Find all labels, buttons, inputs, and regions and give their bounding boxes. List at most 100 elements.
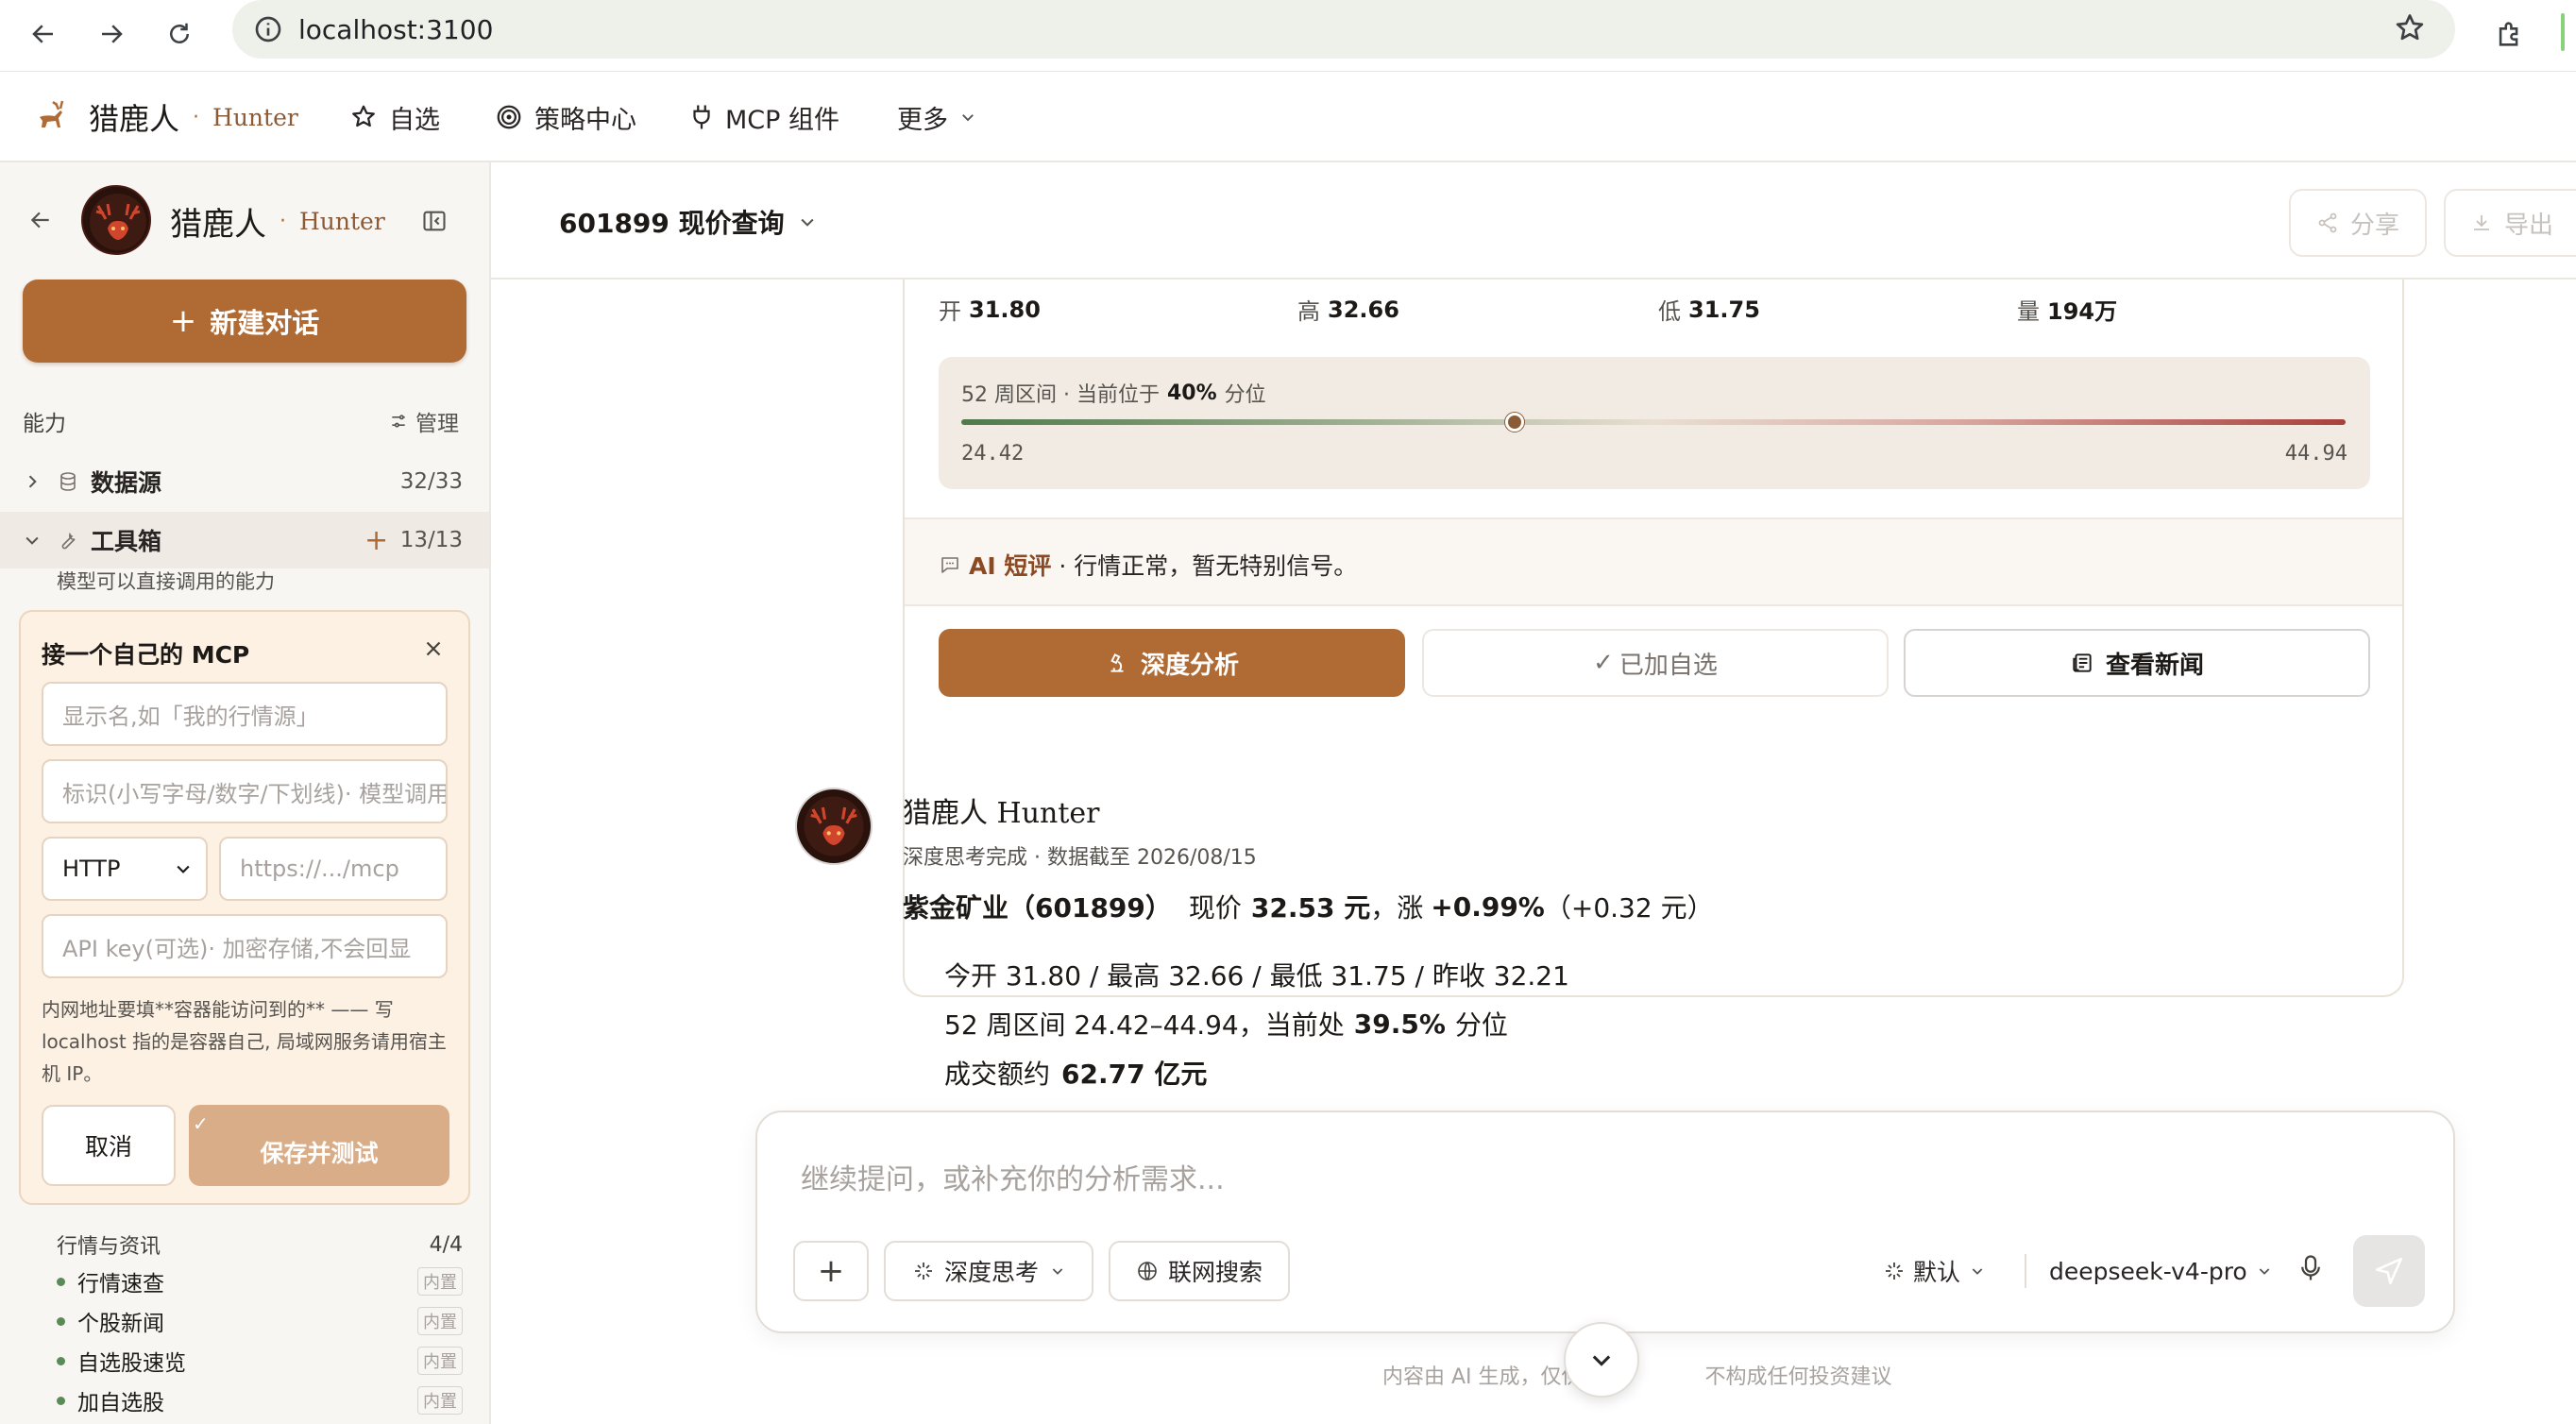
tool-item[interactable]: 行情速查 内置 [0, 1262, 489, 1301]
composer: 继续提问，或补充你的分析需求... + 深度思考 联网搜索 默认 deepsee… [755, 1110, 2455, 1333]
datasource-label: 数据源 [91, 469, 162, 497]
avatar [81, 185, 151, 255]
tool-item-label: 行情速查 [77, 1272, 164, 1297]
apikey-input[interactable]: API key(可选)· 加密存储,不会回显 [42, 914, 448, 978]
range-line-prefix: 52 周区间 24.42–44.94，当前处 [944, 1009, 1345, 1041]
mcp-form-title: 接一个自己的 MCP [42, 641, 250, 669]
toolbox-row[interactable]: 工具箱 + 13/13 [0, 512, 489, 568]
datasource-row[interactable]: 数据源 32/33 [0, 453, 489, 510]
mode-select[interactable]: 默认 [1883, 1252, 1985, 1290]
share-button[interactable]: 分享 [2289, 189, 2427, 257]
add-tool-plus-icon[interactable]: + [364, 524, 388, 557]
manage-label: 管理 [415, 412, 459, 436]
stat-high: 高 32.66 [1297, 293, 1399, 326]
ai-comment: AI 短评 · 行情正常，暂无特别信号。 [939, 548, 1357, 582]
composer-input[interactable]: 继续提问，或补充你的分析需求... [801, 1156, 1225, 1197]
range-track [961, 413, 2346, 432]
cancel-button[interactable]: 取消 [42, 1105, 176, 1186]
range-label-suffix: 分位 [1224, 383, 1266, 407]
added-watchlist-button[interactable]: ✓ 已加自选 [1422, 629, 1889, 697]
message-author: 猎鹿人 Hunter [903, 797, 1100, 830]
app-header: 猎鹿人 · Hunter 自选 策略中心 MCP 组件 更多 [0, 72, 2576, 162]
star-icon [352, 105, 375, 127]
site-info-icon[interactable] [253, 14, 283, 51]
stat-low-value: 31.75 [1688, 296, 1760, 323]
model-select[interactable]: deepseek-v4-pro [2049, 1252, 2272, 1290]
target-icon [497, 105, 521, 129]
plus-icon: + [817, 1252, 845, 1290]
divider [2025, 1254, 2026, 1288]
newspaper-icon [2073, 653, 2092, 672]
tool-item-label: 加自选股 [77, 1391, 164, 1416]
nav-more[interactable]: 更多 [897, 94, 988, 140]
builtin-badge: 内置 [417, 1267, 463, 1296]
tool-item[interactable]: 加自选股 内置 [0, 1381, 489, 1420]
message-meta: 深度思考完成 · 数据截至 2026/08/15 [903, 846, 1257, 870]
nav-watchlist-label: 自选 [389, 105, 440, 135]
ai-comment-text: · 行情正常，暂无特别信号。 [1059, 552, 1358, 580]
sidebar-toggle-icon[interactable] [421, 208, 448, 238]
view-news-button[interactable]: 查看新闻 [1904, 629, 2370, 697]
close-icon[interactable] [421, 636, 446, 665]
change-abs: （+0.32 元） [1544, 892, 1714, 924]
enabled-dot [57, 1356, 65, 1365]
send-button[interactable] [2353, 1235, 2425, 1307]
chevron-down-icon [177, 865, 190, 873]
manage-button[interactable]: 管理 [389, 405, 459, 437]
assistant-avatar [795, 788, 873, 865]
mcp-url-input[interactable]: https://.../mcp [219, 837, 448, 901]
profile-indicator [2561, 13, 2565, 51]
chevron-down-icon [25, 536, 39, 545]
save-test-button[interactable]: ✓ 保存并测试 [189, 1105, 449, 1186]
chevron-right-icon [28, 475, 37, 488]
tool-group-header: 行情与资讯 4/4 [0, 1224, 489, 1265]
conversation-title[interactable]: 601899 现价查询 [559, 200, 817, 244]
range-pct: 40% [1166, 381, 1217, 405]
change-pct: +0.99% [1431, 890, 1545, 923]
mcp-id-placeholder: 标识(小写字母/数字/下划线)· 模型调用 [62, 780, 448, 807]
mcp-name-input[interactable]: 显示名,如「我的行情源」 [42, 682, 448, 746]
web-search-toggle[interactable]: 联网搜索 [1109, 1241, 1290, 1301]
deep-analysis-button[interactable]: 深度分析 [939, 629, 1405, 697]
stat-low: 低 31.75 [1658, 293, 1760, 326]
protocol-select[interactable]: HTTP [42, 837, 208, 901]
app-logo[interactable]: 猎鹿人 · Hunter [34, 94, 298, 140]
nav-strategy-center[interactable]: 策略中心 [495, 94, 636, 140]
attach-plus-button[interactable]: + [793, 1241, 869, 1301]
back-icon[interactable] [19, 9, 68, 59]
tool-item[interactable]: 个股新闻 内置 [0, 1301, 489, 1341]
collapse-back-icon[interactable] [28, 208, 53, 236]
turnover-prefix: 成交额约 [944, 1059, 1051, 1090]
export-button[interactable]: 导出 [2444, 189, 2576, 257]
sidebar-brand: 猎鹿人 · Hunter [170, 200, 385, 244]
sidebar-brand-en: Hunter [299, 207, 385, 235]
range-line-suffix: 分位 [1454, 1009, 1508, 1041]
range-52w-label: 52 周区间 · 当前位于 40% 分位 [961, 378, 1266, 408]
mcp-id-input[interactable]: 标识(小写字母/数字/下划线)· 模型调用 [42, 759, 448, 823]
turnover-value: 62.77 亿元 [1061, 1059, 1208, 1090]
range-low: 24.42 [961, 442, 1025, 466]
mode-label: 默认 [1913, 1259, 1961, 1286]
microphone-icon[interactable] [2298, 1254, 2323, 1286]
view-news-label: 查看新闻 [2105, 651, 2204, 680]
deep-think-toggle[interactable]: 深度思考 [884, 1241, 1093, 1301]
scroll-down-button[interactable] [1564, 1322, 1639, 1398]
stat-open-value: 31.80 [969, 296, 1041, 323]
nav-watchlist[interactable]: 自选 [349, 94, 440, 140]
bookmark-star-icon[interactable] [2393, 11, 2427, 52]
forward-icon[interactable] [87, 9, 136, 59]
tool-item[interactable]: 自选股速览 内置 [0, 1341, 489, 1381]
sidebar-brand-name: 猎鹿人 [170, 205, 266, 244]
address-bar[interactable]: localhost:3100 [232, 0, 2455, 59]
check-icon: ✓ [193, 1112, 209, 1135]
tool-group-label: 行情与资讯 [57, 1235, 161, 1259]
nav-mcp[interactable]: MCP 组件 [689, 94, 839, 140]
enabled-dot [57, 1277, 65, 1286]
stat-open: 开 31.80 [939, 293, 1041, 326]
stat-volume-label: 量 [2017, 298, 2040, 325]
reload-icon[interactable] [155, 9, 204, 59]
extensions-icon[interactable] [2485, 9, 2534, 59]
cancel-label: 取消 [84, 1133, 132, 1161]
tool-item-label: 个股新闻 [77, 1312, 164, 1336]
new-chat-button[interactable]: + 新建对话 [23, 280, 466, 363]
